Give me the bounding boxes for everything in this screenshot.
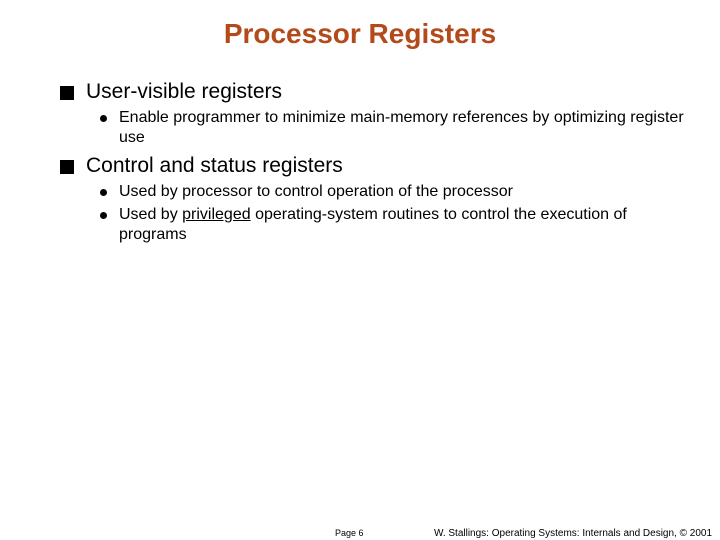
list-subitem: Used by processor to control operation o… <box>100 182 695 202</box>
list-subitem: Enable programmer to minimize main-memor… <box>100 108 695 148</box>
square-bullet-icon <box>60 86 74 100</box>
slide-content: User-visible registers Enable programmer… <box>0 80 720 245</box>
list-item: User-visible registers <box>60 80 695 104</box>
circle-bullet-icon <box>100 115 107 122</box>
footer-attribution: W. Stallings: Operating Systems: Interna… <box>434 528 712 539</box>
underlined-term: privileged <box>182 206 250 223</box>
square-bullet-icon <box>60 160 74 174</box>
list-item: Control and status registers <box>60 154 695 178</box>
list-subitem-text: Used by processor to control operation o… <box>119 182 513 202</box>
list-subitem: Used by privileged operating-system rout… <box>100 205 695 245</box>
circle-bullet-icon <box>100 189 107 196</box>
list-item-text: Control and status registers <box>86 154 343 178</box>
list-subitem-text: Used by privileged operating-system rout… <box>119 205 695 245</box>
list-subitem-text: Enable programmer to minimize main-memor… <box>119 108 695 148</box>
slide-title: Processor Registers <box>0 0 720 80</box>
circle-bullet-icon <box>100 212 107 219</box>
page-number: Page 6 <box>335 528 364 538</box>
list-item-text: User-visible registers <box>86 80 282 104</box>
